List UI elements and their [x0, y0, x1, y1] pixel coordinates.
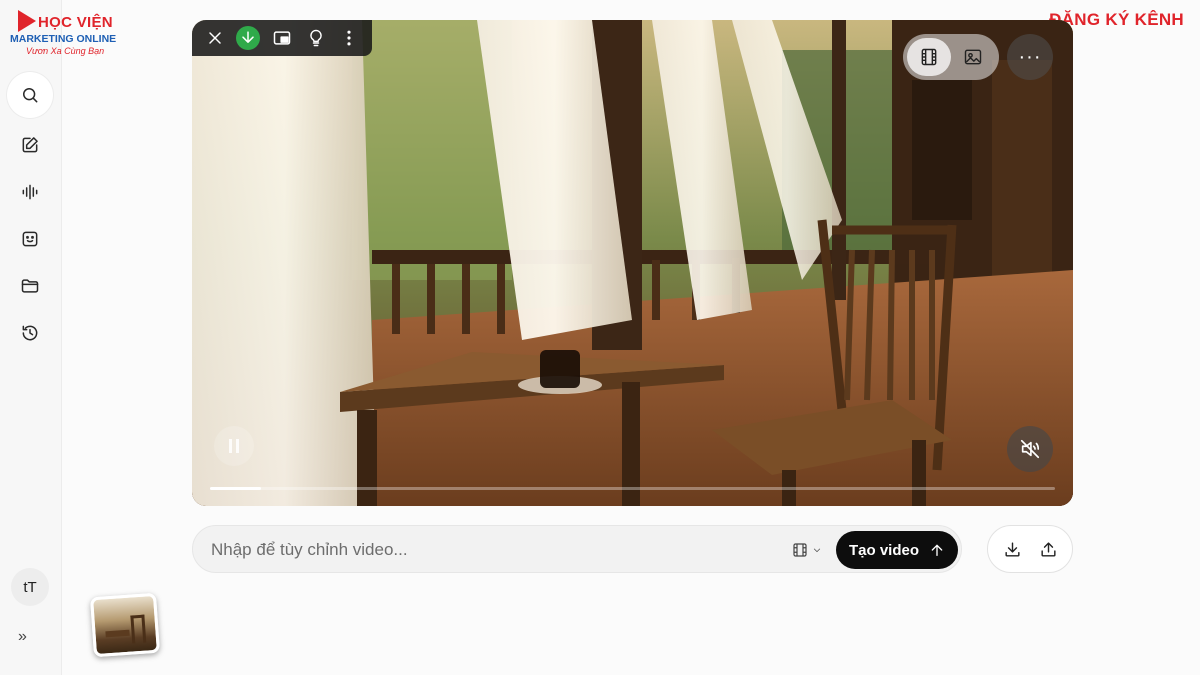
sidebar: tT »	[0, 0, 62, 675]
pause-icon	[229, 439, 232, 453]
pause-icon-bar	[236, 439, 239, 453]
toolbar-more-button[interactable]	[337, 26, 361, 50]
expand-sidebar-button[interactable]: »	[18, 628, 27, 646]
video-toolbar	[192, 20, 372, 56]
logo-line-2: MARKETING ONLINE	[10, 33, 117, 45]
search-icon	[23, 88, 38, 103]
download-video-button[interactable]	[236, 26, 261, 50]
share-icon	[1040, 541, 1056, 557]
arrow-up-icon	[931, 544, 943, 556]
more-options-button[interactable]: ···	[1007, 34, 1053, 80]
download-button[interactable]	[997, 534, 1027, 564]
folder-icon	[21, 279, 39, 293]
format-selector[interactable]	[791, 538, 831, 562]
share-button[interactable]	[1033, 534, 1063, 564]
logo-line-3: Vươn Xa Cùng Bạn	[26, 46, 105, 56]
download-icon	[1004, 541, 1020, 557]
output-actions	[987, 525, 1073, 573]
download-icon	[242, 31, 255, 43]
mute-button[interactable]	[1007, 426, 1053, 472]
sidebar-search-button[interactable]	[7, 72, 53, 118]
chevron-down-icon	[813, 548, 821, 553]
avatar[interactable]: tT	[11, 568, 49, 606]
edit-icon	[22, 137, 38, 153]
thumbnail-chair-shape	[130, 614, 147, 644]
thumbnail-table-shape	[105, 629, 130, 638]
sidebar-audio-button[interactable]	[7, 169, 53, 215]
history-icon	[22, 325, 38, 341]
video-frame	[192, 20, 1073, 506]
sidebar-history-button[interactable]	[7, 310, 53, 356]
play-logo-icon	[18, 10, 36, 32]
volume-muted-icon	[1020, 439, 1040, 459]
sidebar-new-button[interactable]	[7, 122, 53, 168]
lightbulb-icon	[309, 29, 322, 47]
more-vertical-icon	[347, 30, 351, 46]
video-mode-button[interactable]	[907, 38, 951, 76]
video-thumbnail[interactable]	[89, 592, 161, 658]
video-icon	[921, 48, 937, 66]
create-video-button[interactable]: Tạo video	[836, 531, 958, 569]
close-icon	[209, 32, 221, 44]
close-button[interactable]	[203, 26, 227, 50]
picture-in-picture-button[interactable]	[270, 26, 294, 50]
create-video-label: Tạo video	[848, 541, 919, 559]
media-mode-toggle	[903, 34, 999, 80]
picture-in-picture-icon	[273, 31, 291, 45]
video-format-icon	[793, 543, 807, 557]
pause-button[interactable]	[214, 426, 254, 466]
video-player[interactable]: ···	[192, 20, 1073, 506]
image-mode-button[interactable]	[951, 38, 995, 76]
idea-button[interactable]	[304, 26, 328, 50]
sticker-icon	[22, 231, 38, 247]
video-progress-fill	[210, 487, 261, 490]
prompt-input[interactable]	[211, 535, 771, 565]
sidebar-assets-button[interactable]	[7, 216, 53, 262]
video-progress-bar[interactable]	[210, 487, 1055, 490]
sidebar-folder-button[interactable]	[7, 263, 53, 309]
logo-line-1: HỌC VIỆN	[38, 14, 113, 31]
image-icon	[964, 49, 982, 65]
channel-logo: HỌC VIỆN MARKETING ONLINE Vươn Xa Cùng B…	[8, 8, 128, 58]
prompt-bar: Tạo video	[192, 525, 962, 573]
waveform-icon	[22, 184, 38, 200]
